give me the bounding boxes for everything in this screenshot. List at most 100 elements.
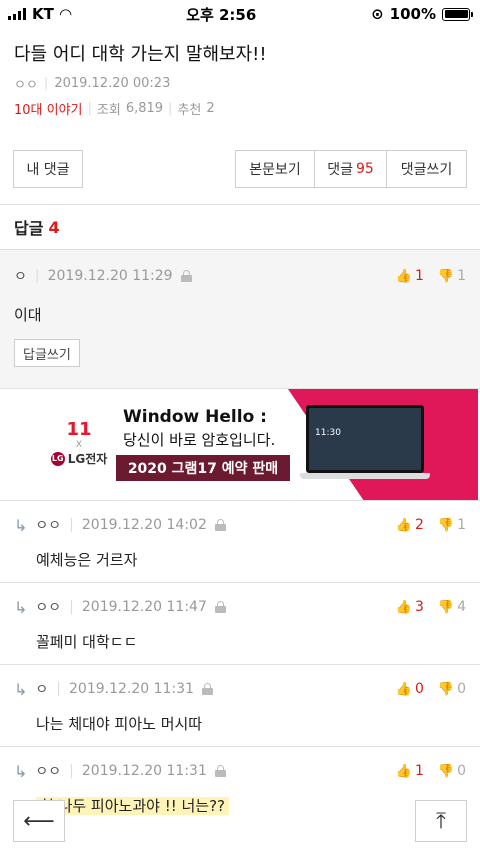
post-title: 다들 어디 대학 가는지 말해보자!! [14,44,267,65]
brand-11st-logo: 11 [66,419,92,440]
reply-date: 2019.12.20 11:31 [81,763,207,779]
post-date: 2019.12.20 00:23 [54,76,171,91]
upvote-button[interactable]: 👍 0 [396,681,424,697]
reply-author[interactable]: ㅇㅇ [35,597,61,617]
replies-label: 답글 [14,219,44,238]
reply-date: 2019.12.20 11:47 [81,599,207,615]
reply-arrow-icon: ↳ [14,679,28,699]
brand-cross: X [75,440,83,450]
thumbs-down-icon: 👎 [437,268,455,284]
comments-button[interactable]: 댓글 95 [315,150,387,188]
thumbs-up-icon: 👍 [395,517,412,533]
status-bar: KT ◠ 오후 2:56 ⊙ 100% [0,0,480,28]
downvote-button[interactable]: 👎 1 [438,268,466,284]
comment-date: 2019.12.20 11:29 [47,268,173,284]
comment-text: 이대 [14,306,42,324]
wifi-icon: ◠ [59,5,72,23]
back-button[interactable]: ⟵ [13,800,65,842]
battery-percent: 100% [389,5,436,23]
likes-count: 2 [206,101,215,116]
downvote-button[interactable]: 👎 4 [438,599,466,615]
view-post-button[interactable]: 본문보기 [235,150,315,188]
thumbs-up-icon: 👍 [395,268,412,284]
carrier: KT [32,5,54,23]
downvote-count: 4 [457,599,466,615]
reply-arrow-icon: ↳ [14,597,28,617]
reply-text: 나는 체대야 피아노 머시따 [36,715,203,733]
vote-group: 👍 1 👎 1 [396,268,466,284]
arrow-up-to-top-icon: ⤒ [436,808,446,834]
comment-author[interactable]: ㅇ [14,266,27,286]
views-label: 조회 [96,103,121,118]
upvote-button[interactable]: 👍 2 [396,517,424,533]
downvote-count: 0 [457,763,466,779]
parent-comment: ㅇ | 2019.12.20 11:29 👍 1 👎 1 이대 답글쓰기 [0,250,480,389]
lock-icon [214,765,226,777]
post-stats: 10대 이야기 | 조회 6,819 | 추천 2 [14,99,215,118]
downvote-count: 1 [457,268,466,284]
thumbs-down-icon: 👎 [437,517,455,533]
battery-icon [442,7,473,21]
downvote-button[interactable]: 👎 0 [438,681,466,697]
comments-count: 95 [355,161,374,177]
board-link[interactable]: 10대 이야기 [14,99,83,118]
signal-icon [8,8,26,20]
my-comments-button[interactable]: 내 댓글 [13,150,83,188]
brand-lg: LG전자 [67,452,108,466]
ad-cta: 2020 그램17 예약 판매 [116,455,290,481]
vote-group: 👍 0 👎 0 [396,681,466,697]
lock-icon [201,683,213,695]
ad-headline: Window Hello : [123,407,267,427]
reply-item: ↳ ㅇㅇ | 2019.12.20 11:31 👍 1 👎 0 헐 나두 피아노과야… [14,761,466,815]
button-group: 본문보기 댓글 95 댓글쓰기 [235,150,467,188]
ad-banner[interactable]: 11 X LG LG전자 Window Hello : 당신이 바로 암호입니다.… [0,389,480,501]
reply-item: ↳ ㅇㅇ | 2019.12.20 14:02 👍 2 👎 1 예체능은 거르자 [0,501,480,583]
reply-text: 예체능은 거르자 [36,551,138,569]
upvote-button[interactable]: 👍 1 [396,763,424,779]
comments-label: 댓글 [327,162,353,178]
rotation-lock-icon: ⊙ [371,5,384,23]
laptop-image: 11:30 [300,405,430,487]
vote-group: 👍 3 👎 4 [396,599,466,615]
upvote-count: 1 [414,268,424,284]
replies-header: 답글 4 [0,204,480,250]
upvote-count: 0 [414,681,424,697]
upvote-button[interactable]: 👍 1 [396,268,424,284]
downvote-count: 1 [457,517,466,533]
thumbs-down-icon: 👎 [437,763,455,779]
post-header: 다들 어디 대학 가는지 말해보자!! ㅇㅇ | 2019.12.20 00:2… [0,28,480,118]
laptop-screen-time: 11:30 [315,428,341,438]
reply-arrow-icon: ↳ [14,515,28,535]
reply-author[interactable]: ㅇㅇ [35,761,61,781]
vote-group: 👍 2 👎 1 [396,517,466,533]
scroll-top-button[interactable]: ⤒ [415,800,467,842]
reply-author[interactable]: ㅇ [35,679,48,699]
reply-date: 2019.12.20 11:31 [69,681,194,697]
downvote-button[interactable]: 👎 1 [438,517,466,533]
thumbs-up-icon: 👍 [395,763,412,779]
upvote-button[interactable]: 👍 3 [396,599,424,615]
replies-count: 4 [48,217,60,237]
thumbs-up-icon: 👍 [395,681,412,697]
arrow-left-icon: ⟵ [23,808,55,834]
thumbs-down-icon: 👎 [437,599,455,615]
reply-button[interactable]: 답글쓰기 [14,339,80,367]
reply-text: 꼴페미 대학ㄷㄷ [36,633,138,651]
post-meta: ㅇㅇ | 2019.12.20 00:23 [14,74,171,93]
reply-author[interactable]: ㅇㅇ [35,515,61,535]
downvote-count: 0 [457,681,466,697]
downvote-button[interactable]: 👎 0 [438,763,466,779]
clock: 오후 2:56 [186,5,257,24]
reply-arrow-icon: ↳ [14,761,28,781]
lg-logo-icon: LG [50,451,65,466]
reply-item: ↳ ㅇㅇ | 2019.12.20 11:47 👍 3 👎 4 꼴페미 대학ㄷㄷ [0,583,480,665]
reply-date: 2019.12.20 14:02 [81,517,207,533]
ad-subline: 당신이 바로 암호입니다. [123,431,276,449]
views-count: 6,819 [125,101,164,116]
action-bar: 내 댓글 본문보기 댓글 95 댓글쓰기 [0,150,480,188]
post-author[interactable]: ㅇㅇ [14,74,38,93]
upvote-count: 2 [414,517,424,533]
ad-logo: 11 X LG LG전자 [50,419,108,467]
lock-icon [214,519,226,531]
write-comment-button[interactable]: 댓글쓰기 [387,150,467,188]
